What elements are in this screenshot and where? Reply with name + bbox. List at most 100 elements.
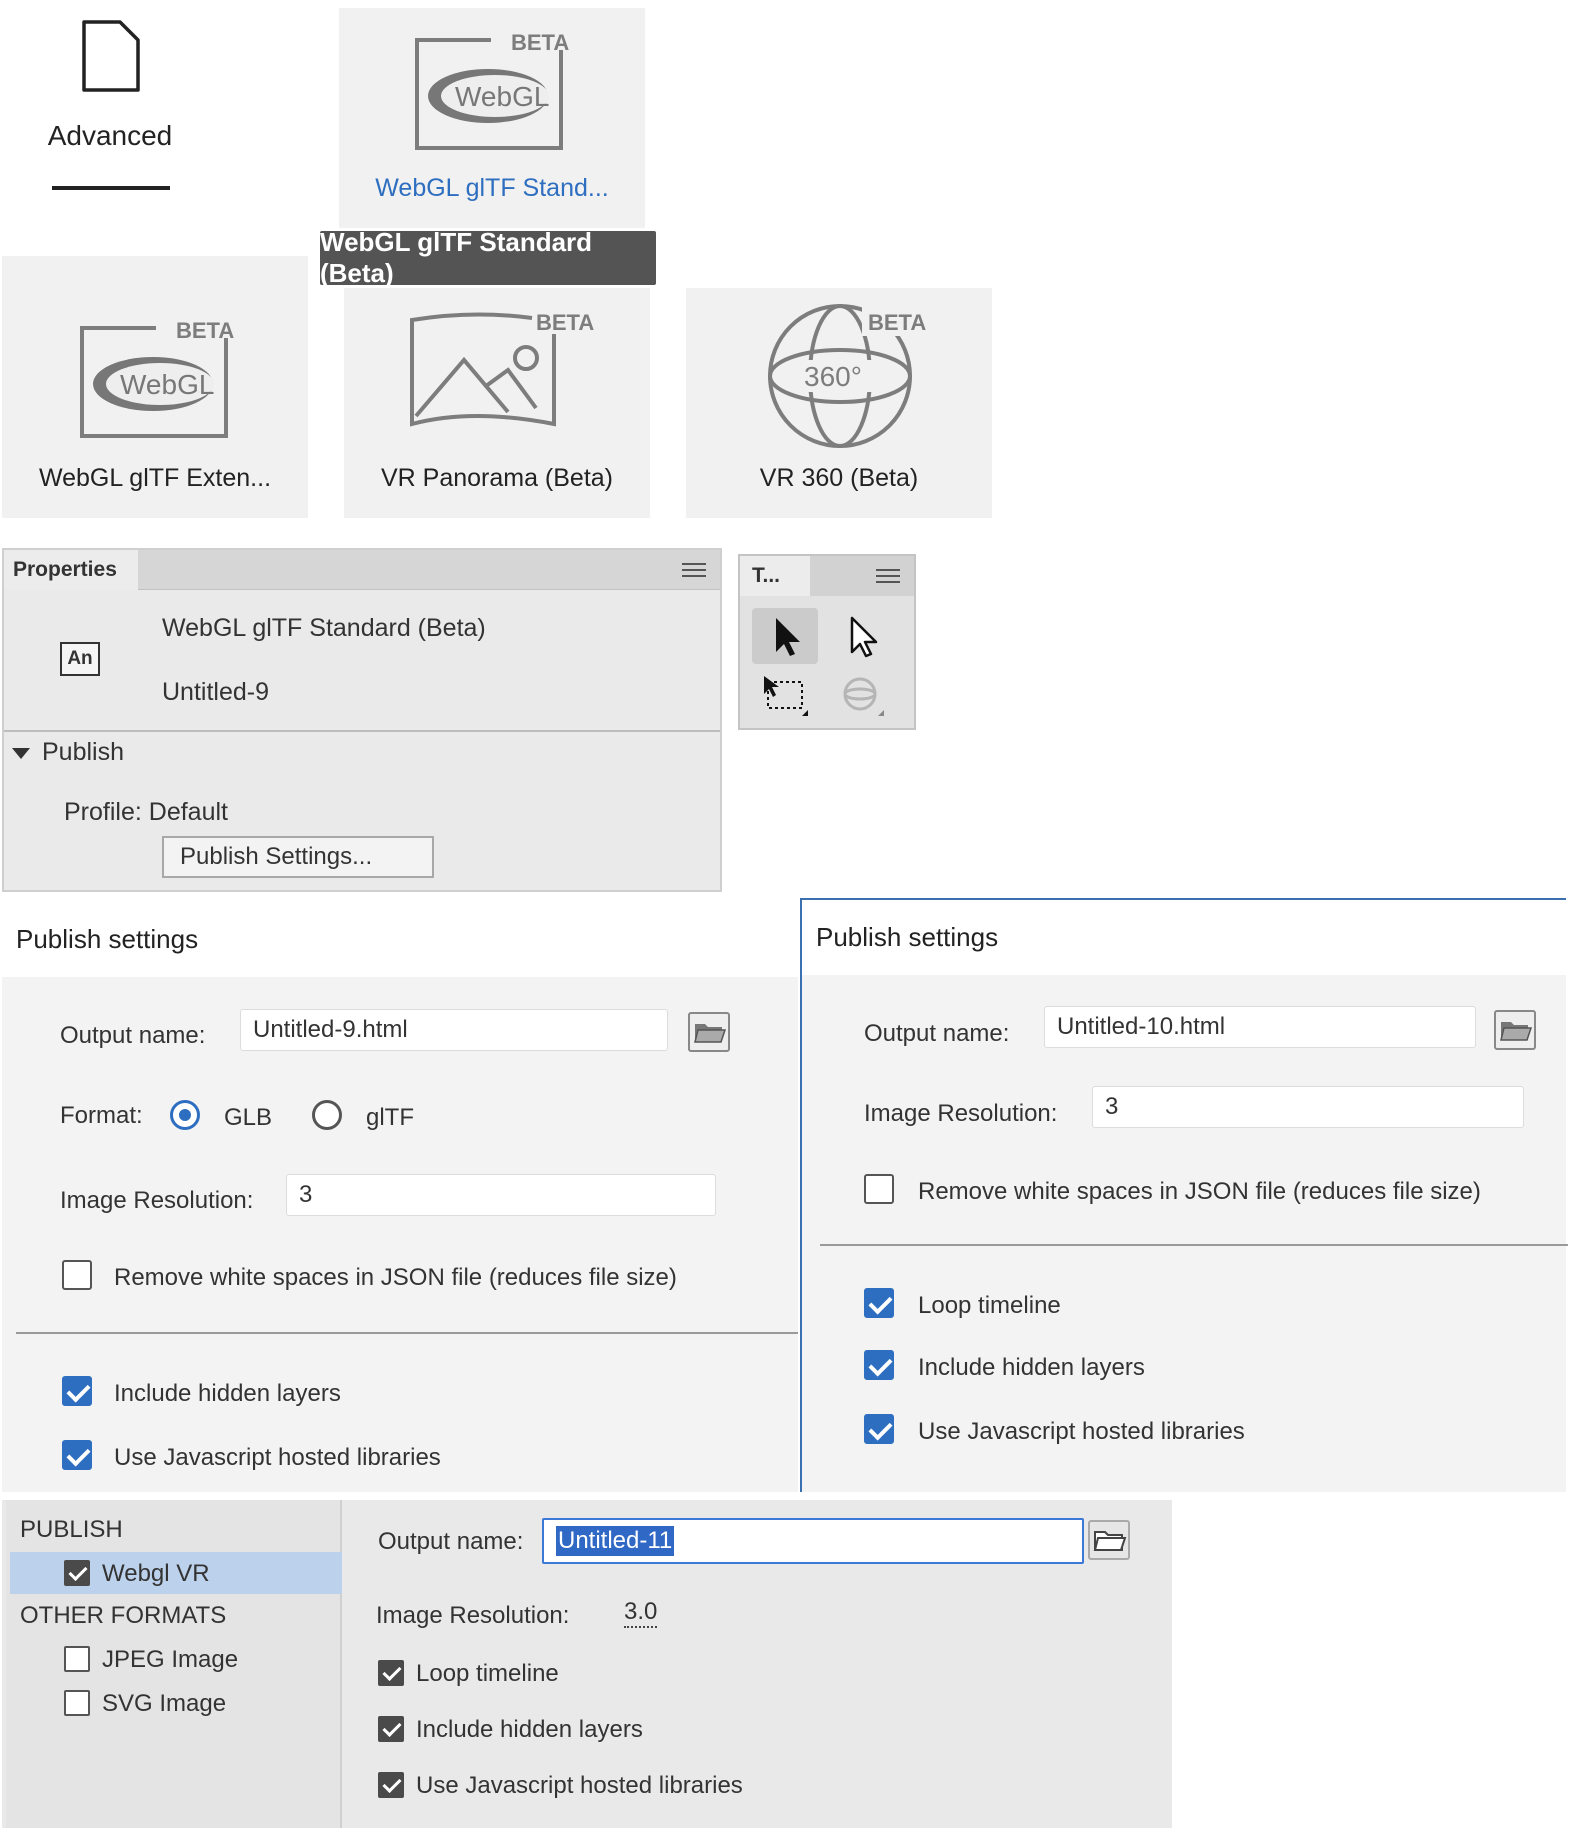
image-resolution-input[interactable]: 3	[286, 1174, 716, 1216]
triangle-down-icon	[12, 747, 30, 759]
svg-image-checkbox[interactable]	[64, 1690, 90, 1716]
loop-timeline-checkbox[interactable]	[378, 1660, 404, 1686]
image-resolution-input[interactable]: 3	[1092, 1086, 1524, 1128]
tile-label: WebGL glTF Stand...	[375, 174, 609, 202]
panorama-icon: BETA	[410, 310, 594, 427]
use-js-hosted-libraries-checkbox[interactable]	[864, 1414, 894, 1444]
output-name-input[interactable]: Untitled-9.html	[240, 1009, 668, 1051]
output-name-label: Output name:	[60, 1022, 206, 1049]
loop-timeline-checkbox[interactable]	[864, 1288, 894, 1318]
template-tile-webgl-gltf-standard[interactable]: BETA WebGL WebGL glTF Stand...	[339, 8, 645, 228]
free-transform-tool-button[interactable]	[752, 668, 818, 724]
format-gltf-label: glTF	[366, 1104, 414, 1131]
include-hidden-layers-label: Include hidden layers	[416, 1716, 643, 1743]
remove-whitespace-label: Remove white spaces in JSON file (reduce…	[918, 1178, 1481, 1205]
image-resolution-value[interactable]: 3.0	[624, 1598, 658, 1628]
subselection-tool-button[interactable]	[828, 608, 894, 664]
template-tile-vr-360[interactable]: BETA 360° VR 360 (Beta)	[686, 288, 992, 518]
profile-value: Default	[148, 798, 228, 826]
include-hidden-layers-label: Include hidden layers	[918, 1354, 1145, 1381]
use-js-hosted-libraries-checkbox[interactable]	[62, 1440, 92, 1470]
jpeg-image-label: JPEG Image	[102, 1646, 239, 1673]
webgl-vr-checkbox[interactable]	[64, 1560, 90, 1586]
folder-icon	[1093, 1531, 1127, 1551]
format-glb-label: GLB	[224, 1104, 273, 1131]
svg-text:BETA: BETA	[176, 318, 234, 343]
format-gltf-radio[interactable]	[312, 1100, 342, 1130]
publish-settings-dialog-right: Publish settings Output name: Untitled-1…	[800, 898, 1568, 1492]
include-hidden-layers-checkbox[interactable]	[864, 1350, 894, 1380]
use-js-hosted-libraries-label: Use Javascript hosted libraries	[918, 1418, 1245, 1445]
tile-label: VR Panorama (Beta)	[380, 464, 614, 492]
divider	[4, 730, 720, 732]
webgl-vr-label: Webgl VR	[102, 1560, 210, 1587]
webgl-logo-icon: BETA WebGL	[415, 30, 569, 150]
remove-whitespace-checkbox[interactable]	[62, 1260, 92, 1290]
panel-menu-icon[interactable]	[876, 568, 900, 584]
subselection-tool-icon	[850, 616, 878, 658]
output-name-input[interactable]: Untitled-11	[542, 1518, 1084, 1564]
3d-rotation-tool-button[interactable]	[828, 668, 894, 724]
publish-section-label: Publish	[42, 738, 124, 766]
svg-text:WebGL: WebGL	[455, 81, 549, 112]
svg-text:360°: 360°	[804, 361, 862, 392]
template-tile-webgl-gltf-extended[interactable]: BETA WebGL WebGL glTF Exten...	[2, 256, 308, 518]
tab-advanced[interactable]: Advanced	[30, 10, 190, 190]
svg-text:WebGL: WebGL	[120, 369, 214, 400]
dialog-title: Publish settings	[802, 900, 1566, 975]
include-hidden-layers-checkbox[interactable]	[62, 1376, 92, 1406]
document-icon	[82, 20, 140, 92]
image-resolution-label: Image Resolution:	[864, 1100, 1058, 1127]
jpeg-image-checkbox[interactable]	[64, 1646, 90, 1672]
tab-tools[interactable]: T...	[740, 556, 810, 596]
loop-timeline-label: Loop timeline	[416, 1660, 559, 1687]
browse-folder-button[interactable]	[688, 1012, 730, 1052]
webgl-logo-icon: BETA WebGL	[80, 318, 234, 438]
image-resolution-label: Image Resolution:	[376, 1602, 570, 1629]
document-name: Untitled-9	[162, 678, 269, 706]
browse-folder-button[interactable]	[1494, 1010, 1536, 1050]
selection-tool-button[interactable]	[752, 608, 818, 664]
format-label: Format:	[60, 1102, 143, 1129]
publish-settings-button[interactable]: Publish Settings...	[162, 836, 434, 878]
svg-text:BETA: BETA	[868, 310, 926, 335]
use-js-hosted-libraries-label: Use Javascript hosted libraries	[416, 1772, 743, 1799]
tab-properties[interactable]: Properties	[4, 550, 138, 590]
remove-whitespace-checkbox[interactable]	[864, 1174, 894, 1204]
folder-icon	[1500, 1022, 1533, 1041]
use-js-hosted-libraries-label: Use Javascript hosted libraries	[114, 1444, 441, 1471]
svg-text:BETA: BETA	[511, 30, 569, 55]
dialog-title: Publish settings	[2, 902, 798, 977]
publish-section-toggle[interactable]: Publish	[12, 738, 124, 767]
use-js-hosted-libraries-checkbox[interactable]	[378, 1772, 404, 1798]
include-hidden-layers-label: Include hidden layers	[114, 1380, 341, 1407]
publish-settings-dialog-left: Publish settings Output name: Untitled-9…	[2, 902, 798, 1492]
tab-active-underline	[52, 186, 170, 190]
folder-icon	[694, 1024, 727, 1043]
free-transform-tool-icon	[764, 676, 808, 716]
profile-row: Profile: Default	[64, 798, 228, 827]
tab-advanced-label: Advanced	[47, 120, 173, 151]
other-formats-header: OTHER FORMATS	[20, 1602, 227, 1629]
output-name-label: Output name:	[378, 1528, 524, 1555]
globe-360-icon: BETA 360°	[768, 304, 932, 448]
output-name-input[interactable]: Untitled-10.html	[1044, 1006, 1476, 1048]
vr-publish-settings: PUBLISH Webgl VR OTHER FORMATS JPEG Imag…	[2, 1500, 1172, 1828]
svg-text:BETA: BETA	[536, 310, 594, 335]
tools-panel: T...	[738, 554, 916, 730]
properties-header: Properties	[4, 550, 720, 590]
tooltip: WebGL glTF Standard (Beta)	[320, 227, 656, 288]
remove-whitespace-label: Remove white spaces in JSON file (reduce…	[114, 1264, 677, 1291]
animate-app-icon: An	[60, 642, 100, 676]
browse-folder-button[interactable]	[1088, 1520, 1130, 1560]
format-glb-radio[interactable]	[170, 1100, 200, 1130]
include-hidden-layers-checkbox[interactable]	[378, 1716, 404, 1742]
image-resolution-label: Image Resolution:	[60, 1187, 254, 1214]
panel-menu-icon[interactable]	[682, 562, 706, 578]
divider	[820, 1244, 1568, 1246]
tile-label: VR 360 (Beta)	[759, 464, 919, 492]
template-tile-vr-panorama[interactable]: BETA VR Panorama (Beta)	[344, 288, 650, 518]
publish-header: PUBLISH	[20, 1516, 123, 1543]
svg-image-label: SVG Image	[102, 1690, 227, 1717]
tools-header: T...	[740, 556, 914, 596]
